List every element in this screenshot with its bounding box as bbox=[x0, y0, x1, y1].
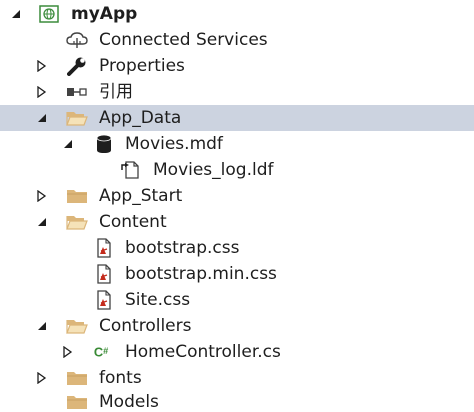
tree-item-app-start[interactable]: App_Start bbox=[0, 183, 474, 209]
references-icon bbox=[66, 82, 88, 102]
tree-item-label: App_Data bbox=[99, 108, 182, 128]
solution-explorer-tree: myApp Connected Services Properties 引用 A… bbox=[0, 0, 474, 412]
tree-item-site-css[interactable]: Site.css bbox=[0, 287, 474, 313]
collapse-arrow-icon[interactable] bbox=[34, 105, 50, 131]
tree-item-movies-log-ldf[interactable]: Movies_log.ldf bbox=[0, 157, 474, 183]
wrench-icon bbox=[66, 56, 88, 76]
collapse-arrow-icon[interactable] bbox=[8, 1, 24, 27]
expand-arrow-icon[interactable] bbox=[34, 53, 50, 79]
css-file-icon bbox=[93, 290, 115, 310]
folder-icon bbox=[66, 392, 88, 412]
tree-item-models[interactable]: Models bbox=[0, 389, 474, 412]
tree-item-app-data[interactable]: App_Data bbox=[0, 105, 474, 131]
svg-text:#: # bbox=[103, 346, 108, 356]
folder-open-icon bbox=[66, 212, 88, 232]
folder-icon bbox=[66, 186, 88, 206]
tree-item-myapp[interactable]: myApp bbox=[0, 1, 474, 27]
collapse-arrow-icon[interactable] bbox=[60, 131, 76, 157]
collapse-arrow-icon[interactable] bbox=[34, 313, 50, 339]
web-project-icon bbox=[38, 4, 60, 24]
tree-item-label: Movies_log.ldf bbox=[153, 160, 274, 180]
tree-item-controllers[interactable]: Controllers bbox=[0, 313, 474, 339]
tree-item-references[interactable]: 引用 bbox=[0, 79, 474, 105]
tree-item-label: 引用 bbox=[99, 82, 133, 102]
tree-item-label: Connected Services bbox=[99, 30, 268, 50]
tree-item-label: Site.css bbox=[125, 290, 191, 310]
expand-arrow-icon[interactable] bbox=[34, 183, 50, 209]
expand-arrow-icon[interactable] bbox=[34, 365, 50, 391]
folder-icon bbox=[66, 368, 88, 388]
connected-services-icon bbox=[66, 30, 88, 50]
csharp-file-icon: C # bbox=[93, 342, 115, 362]
tree-item-label: App_Start bbox=[99, 186, 183, 206]
expand-arrow-icon[interactable] bbox=[60, 339, 76, 365]
tree-item-label: bootstrap.css bbox=[125, 238, 240, 258]
tree-item-label: myApp bbox=[71, 4, 138, 24]
tree-item-label: Movies.mdf bbox=[125, 134, 223, 154]
tree-item-connected-services[interactable]: Connected Services bbox=[0, 27, 474, 53]
tree-item-fonts[interactable]: fonts bbox=[0, 365, 474, 391]
tree-item-label: Content bbox=[99, 212, 167, 232]
collapse-arrow-icon[interactable] bbox=[34, 209, 50, 235]
tree-item-bootstrap-css[interactable]: bootstrap.css bbox=[0, 235, 474, 261]
tree-item-label: Properties bbox=[99, 56, 185, 76]
expand-arrow-icon[interactable] bbox=[34, 79, 50, 105]
tree-item-homecontroller-cs[interactable]: C # HomeController.cs bbox=[0, 339, 474, 365]
tree-item-label: HomeController.cs bbox=[125, 342, 281, 362]
tree-item-label: fonts bbox=[99, 368, 142, 388]
folder-open-icon bbox=[66, 108, 88, 128]
tree-item-bootstrap-min-css[interactable]: bootstrap.min.css bbox=[0, 261, 474, 287]
database-icon bbox=[93, 134, 115, 154]
folder-open-icon bbox=[66, 316, 88, 336]
tree-item-properties[interactable]: Properties bbox=[0, 53, 474, 79]
tree-item-label: Controllers bbox=[99, 316, 192, 336]
tree-item-label: Models bbox=[99, 392, 159, 412]
tree-item-content[interactable]: Content bbox=[0, 209, 474, 235]
tree-item-movies-mdf[interactable]: Movies.mdf bbox=[0, 131, 474, 157]
svg-text:C: C bbox=[94, 345, 103, 360]
css-file-icon bbox=[93, 238, 115, 258]
log-file-icon bbox=[120, 160, 142, 180]
tree-item-label: bootstrap.min.css bbox=[125, 264, 277, 284]
css-file-icon bbox=[93, 264, 115, 284]
